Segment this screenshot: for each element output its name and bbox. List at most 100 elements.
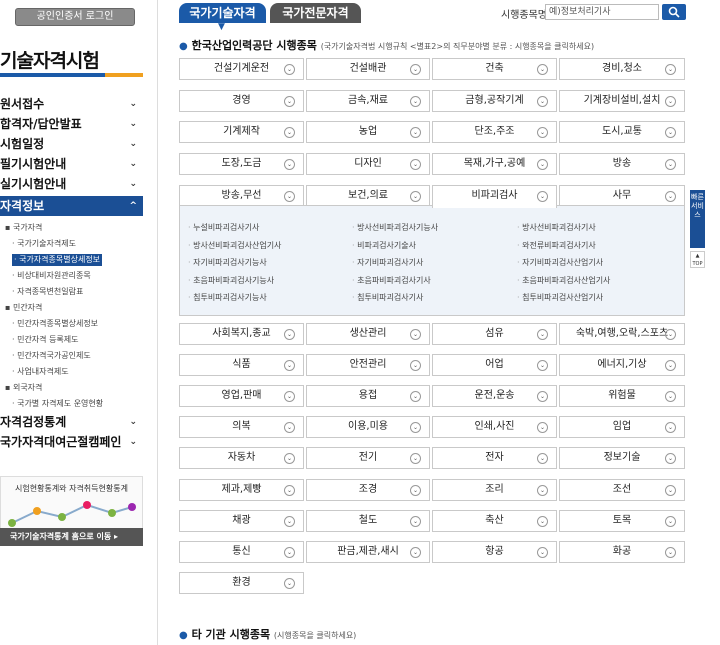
subcategory-item[interactable]: · 자기비파괴검사산업기사 — [517, 257, 603, 268]
category-cell[interactable]: 정보기술 ⌄ — [559, 447, 685, 470]
subcategory-item[interactable]: · 초음파비파괴검사기사 — [352, 275, 431, 286]
category-cell[interactable]: 디자인 ⌄ — [306, 153, 430, 176]
subcategory-item[interactable]: · 침투비파괴검사기사 — [352, 292, 423, 303]
category-cell[interactable]: 조리 ⌄ — [432, 478, 557, 501]
category-cell[interactable]: 건축 ⌄ — [432, 58, 557, 80]
category-cell[interactable]: 도시,교통 ⌄ — [559, 121, 685, 144]
subcategory-item[interactable]: · 자기비파괴검사기능사 — [188, 257, 267, 268]
category-cell[interactable]: 의복 ⌄ — [179, 416, 304, 439]
category-cell[interactable]: 전자 ⌄ — [432, 447, 557, 470]
sidebar-subitem[interactable]: · 민간자격 등록제도 — [0, 332, 143, 348]
category-cell[interactable]: 영업,판매 ⌄ — [179, 385, 304, 408]
subcategory-item[interactable]: · 비파괴검사기술사 — [352, 240, 416, 251]
tab-national-technical[interactable]: 국가기술자격 — [179, 3, 266, 23]
category-cell[interactable]: 목재,가구,공예 ⌄ — [432, 153, 557, 176]
sidebar-subitem[interactable]: ▪ 외국자격 — [0, 380, 143, 396]
category-cell[interactable]: 방송 ⌄ — [559, 153, 685, 176]
category-cell[interactable]: 경영 ⌄ — [179, 89, 304, 112]
category-cell[interactable]: 이용,미용 ⌄ — [306, 416, 430, 439]
category-cell[interactable]: 도장,도금 ⌄ — [179, 153, 304, 176]
category-cell[interactable]: 농업 ⌄ — [306, 121, 430, 144]
category-cell[interactable]: 통신 ⌄ — [179, 540, 304, 563]
category-cell[interactable]: 운전,운송 ⌄ — [432, 385, 557, 408]
sidebar-subitem[interactable]: · 국가별 자격제도 운영현황 — [0, 396, 143, 412]
subcategory-item[interactable]: · 침투비파괴검사기능사 — [188, 292, 267, 303]
category-cell[interactable]: 환경 ⌄ — [179, 571, 304, 594]
category-cell[interactable]: 용접 ⌄ — [306, 385, 430, 408]
category-cell[interactable]: 제과,제빵 ⌄ — [179, 478, 304, 501]
category-cell[interactable]: 사무 ⌄ — [559, 184, 685, 207]
subcategory-item[interactable]: · 방사선비파괴검사산업기사 — [188, 240, 281, 251]
category-label: 채광 — [232, 514, 251, 526]
category-cell[interactable]: 보건,의료 ⌄ — [306, 184, 430, 207]
category-cell[interactable]: 기계장비설비,설치 ⌄ — [559, 89, 685, 112]
sidebar-menu-item[interactable]: 국가자격대여근절캠페인 ⌄ — [0, 432, 143, 452]
sidebar-subitem[interactable]: · 국가자격종목별상세정보 — [0, 252, 143, 268]
subcategory-item[interactable]: · 방사선비파괴검사기사 — [517, 222, 596, 233]
sidebar-menu-item[interactable]: 합격자/답안발표 ⌄ — [0, 114, 143, 134]
quick-service-widget[interactable]: 빠른서비스 — [690, 190, 705, 248]
stats-home-button[interactable]: 국가기술자격통계 홈으로 이동 ▸ — [0, 528, 143, 546]
search-button[interactable] — [662, 4, 686, 20]
cert-login-button[interactable]: 공인인증서 로그인 — [15, 8, 135, 26]
subcategory-item[interactable]: · 초음파비파괴검사산업기사 — [517, 275, 610, 286]
subcategory-item[interactable]: · 침투비파괴검사산업기사 — [517, 292, 603, 303]
category-cell[interactable]: 건설배관 ⌄ — [306, 58, 430, 80]
subcategory-label: 초음파비파괴검사산업기사 — [522, 275, 611, 285]
category-cell[interactable]: 에너지,기상 ⌄ — [559, 354, 685, 377]
category-cell[interactable]: 토목 ⌄ — [559, 509, 685, 532]
category-cell[interactable]: 판금,제관,새시 ⌄ — [306, 540, 430, 563]
category-cell[interactable]: 조경 ⌄ — [306, 478, 430, 501]
category-cell[interactable]: 섬유 ⌄ — [432, 323, 557, 345]
category-cell[interactable]: 숙박,여행,오락,스포츠 ⌄ — [559, 323, 685, 345]
category-cell[interactable]: 자동차 ⌄ — [179, 447, 304, 470]
category-label: 사무 — [612, 189, 632, 201]
category-cell[interactable]: 방송,무선 ⌄ — [179, 184, 304, 207]
sidebar-menu-item[interactable]: 시험일정 ⌄ — [0, 134, 143, 154]
category-cell[interactable]: 위험물 ⌄ — [559, 385, 685, 408]
category-cell[interactable]: 항공 ⌄ — [432, 540, 557, 563]
category-cell[interactable]: 임업 ⌄ — [559, 416, 685, 439]
category-cell[interactable]: 채광 ⌄ — [179, 509, 304, 532]
category-cell[interactable]: 금형,공작기계 ⌄ — [432, 89, 557, 112]
sidebar-subitem[interactable]: · 민간자격종목별상세정보 — [0, 316, 143, 332]
category-cell[interactable]: 안전관리 ⌄ — [306, 354, 430, 377]
category-cell[interactable]: 금속,재료 ⌄ — [306, 89, 430, 112]
category-label: 도시,교통 — [602, 126, 642, 138]
top-button[interactable]: ▲ TOP — [690, 251, 705, 268]
category-cell[interactable]: 인쇄,사진 ⌄ — [432, 416, 557, 439]
category-cell[interactable]: 단조,주조 ⌄ — [432, 121, 557, 144]
category-cell[interactable]: 식품 ⌄ — [179, 354, 304, 377]
category-cell[interactable]: 생산관리 ⌄ — [306, 323, 430, 345]
sidebar-menu-item[interactable]: 자격검정통계 ⌄ — [0, 412, 143, 432]
sidebar-menu-item[interactable]: 필기시험안내 ⌄ — [0, 154, 143, 174]
category-cell[interactable]: 건설기계운전 ⌄ — [179, 58, 304, 80]
subcategory-item[interactable]: · 와전류비파괴검사기사 — [517, 240, 596, 251]
category-cell[interactable]: 조선 ⌄ — [559, 478, 685, 501]
category-cell[interactable]: 기계제작 ⌄ — [179, 121, 304, 144]
search-input[interactable]: 예)정보처리기사 — [545, 4, 659, 20]
sidebar-subitem[interactable]: ▪ 국가자격 — [0, 220, 143, 236]
sidebar-menu-item[interactable]: 실기시험안내 ⌄ — [0, 174, 143, 194]
category-cell[interactable]: 어업 ⌄ — [432, 354, 557, 377]
category-cell[interactable]: 축산 ⌄ — [432, 509, 557, 532]
sidebar-subitem[interactable]: ▪ 민간자격 — [0, 300, 143, 316]
category-cell[interactable]: 전기 ⌄ — [306, 447, 430, 470]
sidebar-subitem[interactable]: · 사업내자격제도 — [0, 364, 143, 380]
category-cell[interactable]: 비파괴검사 ⌄ — [432, 184, 557, 208]
category-cell[interactable]: 철도 ⌄ — [306, 509, 430, 532]
sidebar-subitem[interactable]: · 자격종목변천일람표 — [0, 284, 143, 300]
sidebar-subitem[interactable]: · 국가기술자격제도 — [0, 236, 143, 252]
subcategory-item[interactable]: · 자기비파괴검사기사 — [352, 257, 423, 268]
category-cell[interactable]: 화공 ⌄ — [559, 540, 685, 563]
subcategory-item[interactable]: · 누설비파괴검사기사 — [188, 222, 259, 233]
tab-national-professional[interactable]: 국가전문자격 — [270, 3, 361, 23]
subcategory-item[interactable]: · 초음파비파괴검사기능사 — [188, 275, 274, 286]
sidebar-subitem[interactable]: · 비상대비자원관리종목 — [0, 268, 143, 284]
sidebar-menu-item[interactable]: 원서접수 ⌄ — [0, 94, 143, 114]
sidebar-subitem[interactable]: · 민간자격국가공인제도 — [0, 348, 143, 364]
sidebar-menu-item[interactable]: 자격정보 ^ — [0, 196, 143, 216]
category-cell[interactable]: 경비,청소 ⌄ — [559, 58, 685, 80]
subcategory-item[interactable]: · 방사선비파괴검사기능사 — [352, 222, 438, 233]
category-cell[interactable]: 사회복지,종교 ⌄ — [179, 323, 304, 345]
